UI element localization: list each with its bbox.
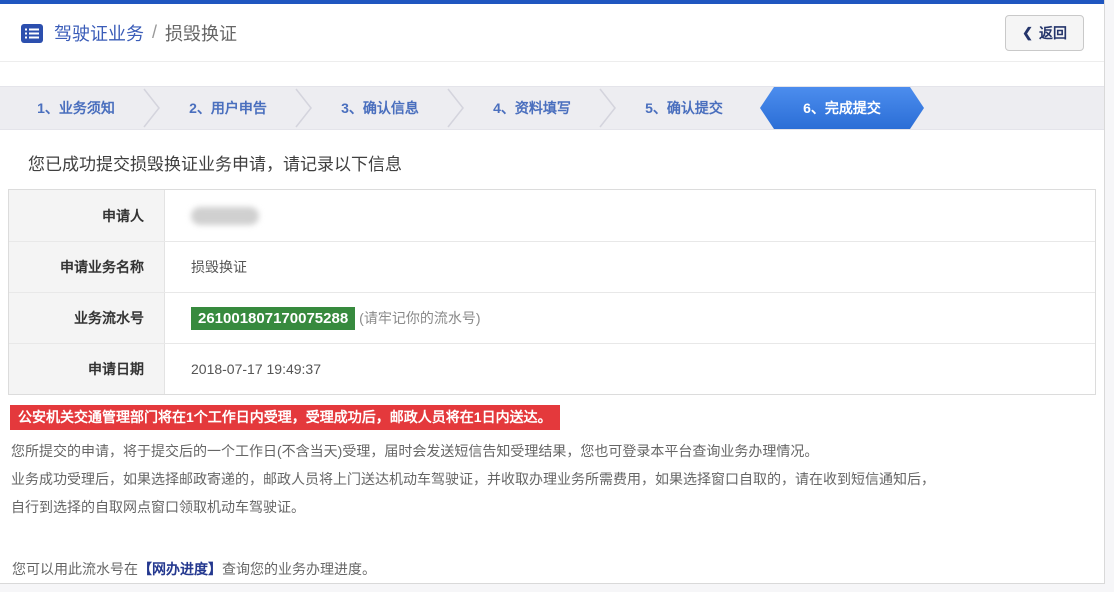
step-6-complete-submit: 6、完成提交 xyxy=(760,87,924,129)
application-info-table: 申请人 申请业务名称 损毁换证 业务流水号 261001807170075288… xyxy=(8,189,1096,395)
processing-alert-banner: 公安机关交通管理部门将在1个工作日内受理，受理成功后，邮政人员将在1日内送达。 xyxy=(10,405,560,430)
step-2-user-declaration: 2、用户申告 xyxy=(152,87,304,129)
row-value xyxy=(165,190,1095,241)
serial-number-badge: 261001807170075288 xyxy=(191,307,355,330)
list-icon xyxy=(20,21,44,45)
table-row-business-name: 申请业务名称 损毁换证 xyxy=(9,241,1095,292)
step-label: 5、确认提交 xyxy=(645,98,723,118)
progress-note-suffix: 查询您的业务办理进度。 xyxy=(222,561,376,577)
back-button[interactable]: ❮ 返回 xyxy=(1005,15,1084,51)
redacted-applicant-name xyxy=(191,207,259,225)
row-value: 261001807170075288 (请牢记你的流水号) xyxy=(165,293,1095,343)
step-label: 4、资料填写 xyxy=(493,98,571,118)
step-5-confirm-submit: 5、确认提交 xyxy=(608,87,760,129)
step-label: 2、用户申告 xyxy=(189,98,267,118)
instruction-line: 业务成功受理后，如果选择邮政寄递的，邮政人员将上门送达机动车驾驶证，并收取办理业… xyxy=(11,465,1104,493)
serial-number-note: (请牢记你的流水号) xyxy=(359,308,480,328)
step-label: 6、完成提交 xyxy=(803,98,881,118)
step-label: 1、业务须知 xyxy=(37,98,115,118)
instruction-line: 您所提交的申请，将于提交后的一个工作日(不含当天)受理，届时会发送短信告知受理结… xyxy=(11,437,1104,465)
step-3-confirm-info: 3、确认信息 xyxy=(304,87,456,129)
back-button-label: 返回 xyxy=(1039,23,1067,43)
page-header: 驾驶证业务 / 损毁换证 ❮ 返回 xyxy=(0,4,1104,62)
breadcrumb-section: 驾驶证业务 xyxy=(54,20,144,46)
progress-note-prefix: 您可以用此流水号在 xyxy=(12,561,138,577)
table-row-applicant: 申请人 xyxy=(9,190,1095,241)
instruction-line: 自行到选择的自取网点窗口领取机动车驾驶证。 xyxy=(11,493,1104,521)
row-label: 申请人 xyxy=(9,190,165,241)
page-container: 驾驶证业务 / 损毁换证 ❮ 返回 1、业务须知 2、用户申告 3、确认信息 4… xyxy=(0,0,1105,584)
step-4-fill-materials: 4、资料填写 xyxy=(456,87,608,129)
row-label: 业务流水号 xyxy=(9,293,165,343)
wizard-step-bar: 1、业务须知 2、用户申告 3、确认信息 4、资料填写 5、确认提交 6、完成提… xyxy=(0,86,1104,130)
table-row-apply-date: 申请日期 2018-07-17 19:49:37 xyxy=(9,343,1095,394)
row-value: 损毁换证 xyxy=(165,242,1095,292)
row-label: 申请业务名称 xyxy=(9,242,165,292)
chevron-left-icon: ❮ xyxy=(1022,26,1033,39)
row-label: 申请日期 xyxy=(9,344,165,394)
breadcrumb-current: 损毁换证 xyxy=(165,20,237,46)
row-value: 2018-07-17 19:49:37 xyxy=(165,344,1095,394)
progress-note: 您可以用此流水号在【网办进度】查询您的业务办理进度。 xyxy=(12,559,1104,579)
online-progress-link[interactable]: 【网办进度】 xyxy=(138,561,222,577)
step-bar-filler xyxy=(924,87,1104,129)
table-row-serial-number: 业务流水号 261001807170075288 (请牢记你的流水号) xyxy=(9,292,1095,343)
step-1-business-notice: 1、业务须知 xyxy=(0,87,152,129)
instructions-text: 您所提交的申请，将于提交后的一个工作日(不含当天)受理，届时会发送短信告知受理结… xyxy=(11,437,1104,521)
step-label: 3、确认信息 xyxy=(341,98,419,118)
breadcrumb-separator: / xyxy=(152,22,157,43)
success-heading: 您已成功提交损毁换证业务申请，请记录以下信息 xyxy=(28,150,1104,175)
